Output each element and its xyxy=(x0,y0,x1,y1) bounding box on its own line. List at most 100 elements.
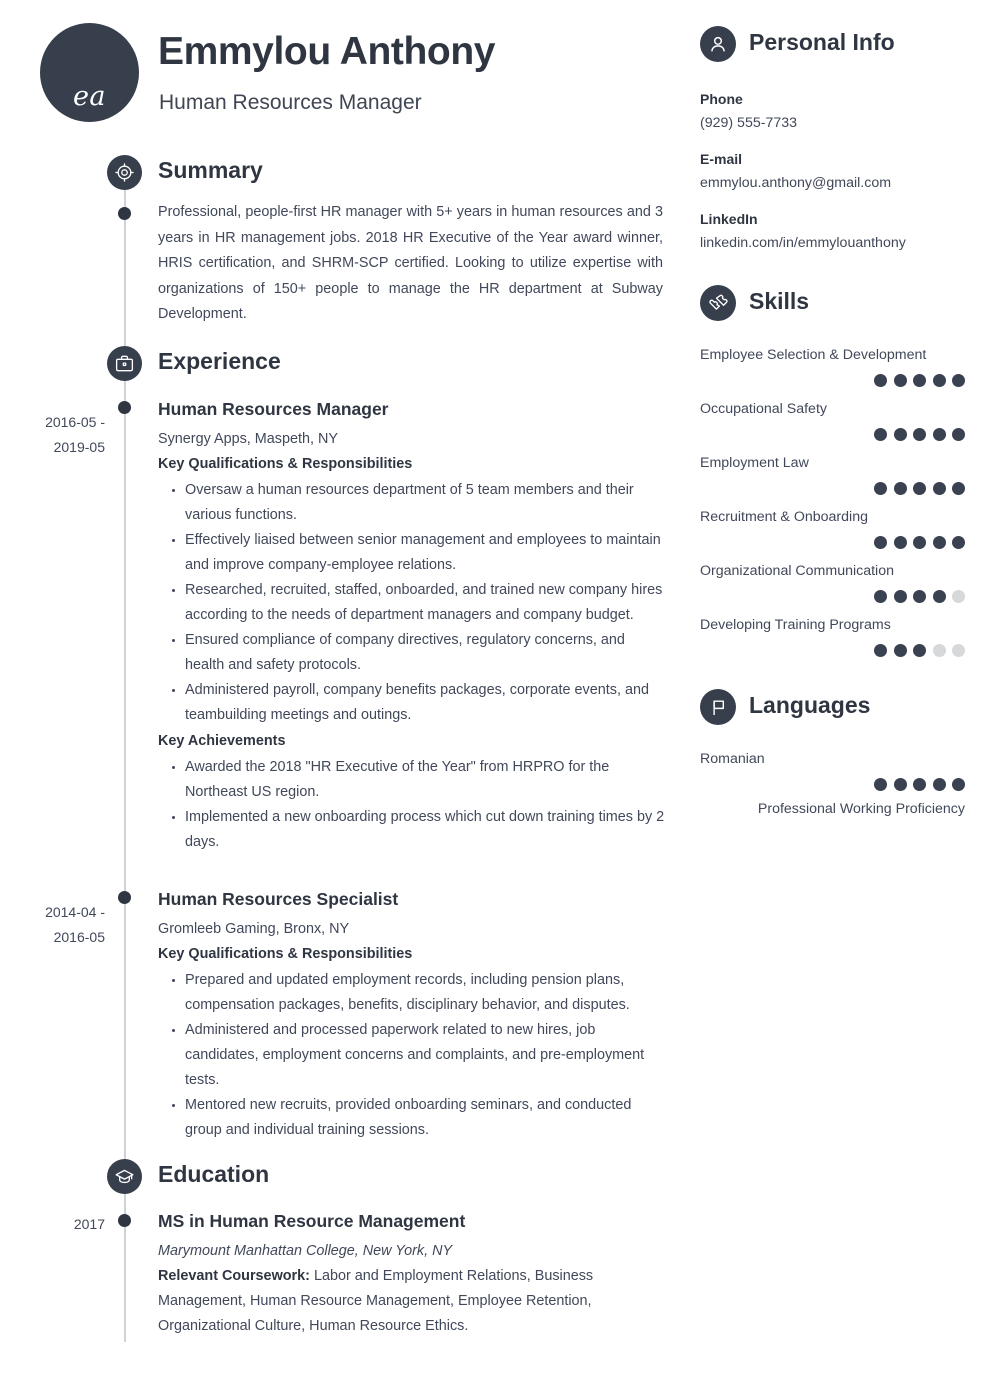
skill-rating xyxy=(700,374,965,387)
list-item: Administered and processed paperwork rel… xyxy=(172,1018,668,1093)
rating-dot xyxy=(874,778,887,791)
experience-entry: Human Resources Specialist Gromleeb Gami… xyxy=(158,888,668,1143)
info-item-phone: Phone (929) 555-7733 xyxy=(700,89,965,135)
rating-dot xyxy=(913,778,926,791)
rating-dot xyxy=(952,482,965,495)
summary-text: Professional, people-first HR manager wi… xyxy=(158,204,663,322)
candidate-job-title: Human Resources Manager xyxy=(159,91,422,114)
timeline-spine-experience xyxy=(124,377,126,1160)
skill-name: Recruitment & Onboarding xyxy=(700,509,868,525)
rating-dot xyxy=(932,482,946,495)
rating-dot xyxy=(952,536,965,549)
skill-rating xyxy=(700,482,965,495)
avatar-initials: ea xyxy=(72,81,107,112)
rating-dot xyxy=(913,482,926,495)
section-title-personal-info: Personal Info xyxy=(749,29,895,55)
skill-name: Occupational Safety xyxy=(700,401,827,417)
rating-dot xyxy=(913,374,926,387)
section-title-experience: Experience xyxy=(158,348,281,374)
timeline-dot-summary xyxy=(118,207,131,220)
list-item: Oversaw a human resources department of … xyxy=(172,478,668,528)
education-school: Marymount Manhattan College, New York, N… xyxy=(158,1243,453,1259)
rating-dot xyxy=(952,590,965,603)
rating-dot xyxy=(874,428,887,441)
rating-dot xyxy=(932,536,946,549)
info-label: LinkedIn xyxy=(700,211,758,227)
skill-item: Recruitment & Onboarding xyxy=(700,507,965,549)
rating-dot xyxy=(913,590,926,603)
info-value[interactable]: linkedin.com/in/emmylouanthony xyxy=(700,232,965,255)
resume-page: ea Emmylou Anthony Human Resources Manag… xyxy=(0,0,990,1400)
sidebar-column: Personal Info Phone (929) 555-7733 E-mai… xyxy=(700,26,965,820)
rating-dot xyxy=(952,778,965,791)
rating-dot xyxy=(893,778,907,791)
skill-name: Employee Selection & Development xyxy=(700,347,927,363)
education-degree: MS in Human Resource Management xyxy=(158,1211,466,1231)
experience-title: Human Resources Specialist xyxy=(158,889,399,909)
rating-dot xyxy=(893,536,907,549)
skill-item: Employee Selection & Development xyxy=(700,345,965,387)
section-title-summary: Summary xyxy=(158,157,263,183)
section-heading-languages: Languages xyxy=(700,689,965,727)
skill-name: Organizational Communication xyxy=(700,563,894,579)
section-title-education: Education xyxy=(158,1161,270,1187)
main-column: ea Emmylou Anthony Human Resources Manag… xyxy=(0,0,690,1400)
language-rating xyxy=(700,778,965,791)
experience-achievements-label: Key Achievements xyxy=(158,733,286,749)
experience-qualifications-list: Oversaw a human resources department of … xyxy=(158,478,668,728)
experience-dates: 2016-05 - 2019-05 xyxy=(45,414,105,455)
experience-qualifications-label: Key Qualifications & Responsibilities xyxy=(158,456,413,472)
list-item: Awarded the 2018 "HR Executive of the Ye… xyxy=(172,755,668,805)
education-coursework-label: Relevant Coursework: xyxy=(158,1268,310,1284)
info-item-email: E-mail emmylou.anthony@gmail.com xyxy=(700,149,965,195)
rating-dot xyxy=(932,590,946,603)
rating-dot xyxy=(874,644,887,657)
rating-dot xyxy=(952,644,965,657)
timeline-dot-education xyxy=(118,1214,131,1227)
skill-item: Organizational Communication xyxy=(700,561,965,603)
rating-dot xyxy=(952,374,965,387)
rating-dot xyxy=(952,428,965,441)
list-item: Administered payroll, company benefits p… xyxy=(172,678,668,728)
list-item: Ensured compliance of company directives… xyxy=(172,628,668,678)
flag-icon xyxy=(700,689,736,725)
rating-dot xyxy=(932,644,946,657)
rating-dot xyxy=(932,778,946,791)
rating-dot xyxy=(893,428,907,441)
timeline-spine-education xyxy=(124,1190,126,1342)
info-item-linkedin: LinkedIn linkedin.com/in/emmylouanthony xyxy=(700,209,965,255)
skill-rating xyxy=(700,428,965,441)
list-item: Effectively liaised between senior manag… xyxy=(172,528,668,578)
language-level: Professional Working Proficiency xyxy=(757,801,965,817)
language-item: Romanian Professional Working Proficienc… xyxy=(700,749,965,820)
experience-entry: Human Resources Manager Synergy Apps, Ma… xyxy=(158,398,668,855)
skill-rating xyxy=(700,590,965,603)
target-icon xyxy=(107,155,142,190)
section-heading-personal-info: Personal Info xyxy=(700,26,965,64)
experience-title: Human Resources Manager xyxy=(158,399,389,419)
skill-rating xyxy=(700,536,965,549)
experience-achievements-list: Awarded the 2018 "HR Executive of the Ye… xyxy=(158,755,668,855)
puzzle-piece-icon xyxy=(700,285,736,321)
list-item: Prepared and updated employment records,… xyxy=(172,968,668,1018)
briefcase-icon xyxy=(107,346,142,381)
person-icon xyxy=(700,26,736,62)
section-title-skills: Skills xyxy=(749,288,810,314)
list-item: Researched, recruited, staffed, onboarde… xyxy=(172,578,668,628)
language-name: Romanian xyxy=(700,751,765,767)
rating-dot xyxy=(874,482,887,495)
rating-dot xyxy=(874,374,887,387)
skill-name: Employment Law xyxy=(700,455,809,471)
list-item: Mentored new recruits, provided onboardi… xyxy=(172,1093,668,1143)
timeline-dot-experience-2 xyxy=(118,891,131,904)
rating-dot xyxy=(874,536,887,549)
education-dates: 2017 xyxy=(73,1216,105,1232)
list-item: Implemented a new onboarding process whi… xyxy=(172,805,668,855)
rating-dot xyxy=(932,428,946,441)
info-value[interactable]: emmylou.anthony@gmail.com xyxy=(700,172,965,195)
education-coursework: Relevant Coursework: Labor and Employmen… xyxy=(158,1264,668,1339)
skill-item: Occupational Safety xyxy=(700,399,965,441)
rating-dot xyxy=(913,428,926,441)
info-label: Phone xyxy=(700,91,743,107)
rating-dot xyxy=(893,374,907,387)
